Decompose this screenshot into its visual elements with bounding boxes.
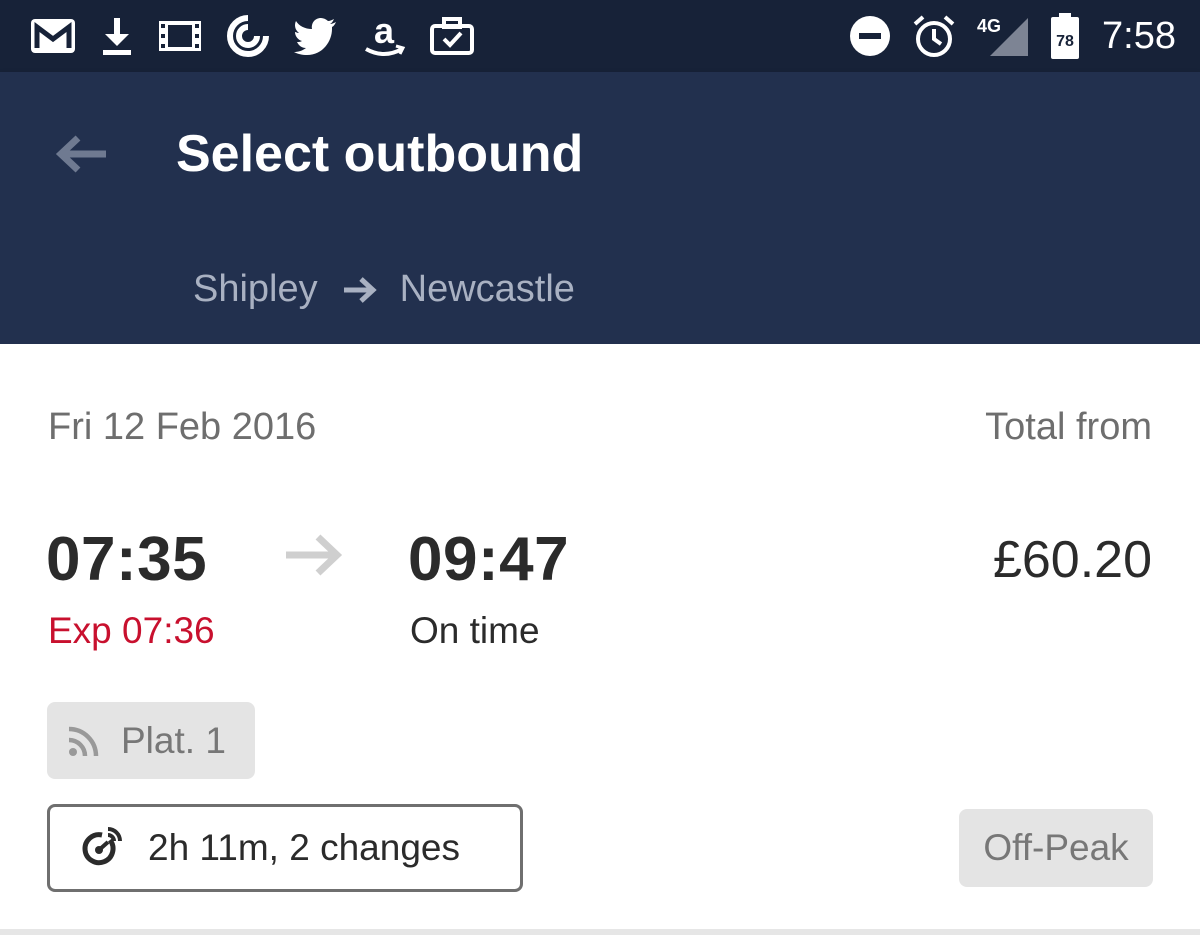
departure-status: Exp 07:36 (48, 610, 215, 651)
pocket-casts-icon (226, 14, 270, 58)
film-icon (158, 18, 202, 54)
amazon-icon: a (362, 13, 406, 59)
route-origin: Shipley (193, 268, 318, 310)
alarm-icon (912, 14, 956, 58)
network-label: 4G (977, 16, 1001, 36)
status-bar: a 4G 78 7:58 (0, 0, 1200, 72)
journey-card[interactable]: Fri 12 Feb 2016 Total from 07:35 09:47 £… (0, 344, 1200, 930)
arrival-status: On time (410, 610, 540, 651)
status-bar-notifications: a (30, 13, 498, 59)
gmail-icon (30, 18, 76, 54)
back-arrow-icon (54, 134, 110, 174)
journey-date: Fri 12 Feb 2016 (48, 406, 317, 448)
departure-time: 07:35 (46, 525, 208, 594)
fare-type-badge: Off-Peak (959, 809, 1153, 887)
do-not-disturb-icon (848, 14, 892, 58)
platform-badge: Plat. 1 (47, 702, 255, 779)
list-divider (0, 929, 1200, 935)
page-title: Select outbound (176, 125, 584, 183)
signal-4g-icon: 4G (976, 14, 1030, 58)
journey-details-button[interactable]: 2h 11m, 2 changes (47, 804, 523, 892)
route-summary: Shipley Newcastle (193, 268, 575, 311)
twitter-icon (294, 17, 338, 55)
briefcase-check-icon (430, 17, 474, 55)
clock-time: 7:58 (1102, 14, 1176, 57)
route-destination: Newcastle (399, 268, 575, 310)
fare-price: £60.20 (992, 531, 1152, 589)
duration-label: 2h 11m, 2 changes (148, 827, 460, 868)
realtime-signal-icon (67, 724, 105, 758)
download-icon (100, 16, 134, 56)
journey-arrow-icon (284, 532, 344, 583)
svg-text:a: a (374, 13, 395, 51)
platform-label: Plat. 1 (121, 719, 226, 761)
arrow-right-icon (342, 275, 378, 305)
battery-level: 78 (1056, 33, 1074, 50)
back-button[interactable] (46, 126, 118, 182)
app-bar: Select outbound Shipley Newcastle (0, 72, 1200, 344)
status-bar-system: 4G 78 7:58 (828, 13, 1176, 59)
total-from-label: Total from (985, 406, 1152, 448)
clock-live-icon (78, 825, 124, 871)
battery-icon: 78 (1050, 13, 1080, 59)
arrival-time: 09:47 (408, 525, 570, 594)
